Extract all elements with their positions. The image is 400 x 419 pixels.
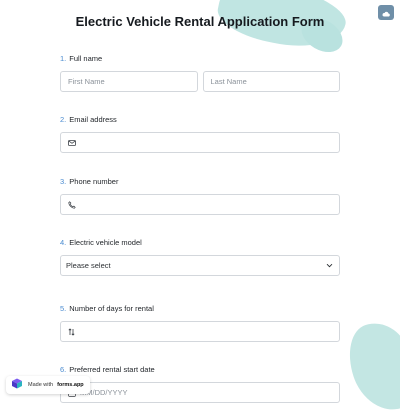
question-label: Electric vehicle model (69, 238, 142, 247)
forms-app-logo-icon (10, 378, 24, 392)
sort-arrows-icon (68, 327, 75, 336)
question-number: 5. (60, 304, 67, 313)
ev-model-select[interactable]: Please select (60, 255, 340, 276)
question-label: Number of days for rental (69, 304, 154, 313)
last-name-placeholder: Last Name (210, 77, 247, 86)
chevron-down-icon (326, 261, 333, 270)
question-phone: 3. Phone number (60, 177, 340, 215)
envelope-icon (68, 139, 76, 146)
email-input[interactable] (60, 132, 340, 153)
phone-icon (68, 200, 76, 209)
form-title: Electric Vehicle Rental Application Form (75, 14, 325, 29)
question-label: Phone number (69, 177, 119, 186)
question-ev-model: 4. Electric vehicle model Please select (60, 238, 340, 276)
question-email: 2. Email address (60, 115, 340, 153)
made-with-badge[interactable]: Made with forms.app (6, 376, 90, 394)
made-with-text: Made with (28, 382, 54, 388)
select-value: Please select (66, 261, 111, 270)
phone-input[interactable] (60, 194, 340, 215)
question-number: 3. (60, 177, 67, 186)
name-row: First Name Last Name (60, 63, 340, 92)
question-number: 1. (60, 54, 67, 63)
question-number: 6. (60, 365, 67, 374)
question-rental-days: 5. Number of days for rental (60, 304, 340, 342)
last-name-input[interactable]: Last Name (202, 71, 340, 92)
question-label: Email address (69, 115, 117, 124)
decorative-brush-bottom (339, 314, 400, 419)
question-label: Preferred rental start date (69, 365, 155, 374)
question-label: Full name (69, 54, 103, 63)
brand-name: forms.app (57, 382, 84, 388)
question-number: 2. (60, 115, 67, 124)
question-number: 4. (60, 238, 67, 247)
first-name-input[interactable]: First Name (60, 71, 198, 92)
question-full-name: 1. Full name First Name Last Name (60, 54, 340, 92)
rental-days-input[interactable] (60, 321, 340, 342)
question-start-date: 6. Preferred rental start date MM/DD/YYY… (60, 365, 340, 403)
first-name-placeholder: First Name (68, 77, 105, 86)
